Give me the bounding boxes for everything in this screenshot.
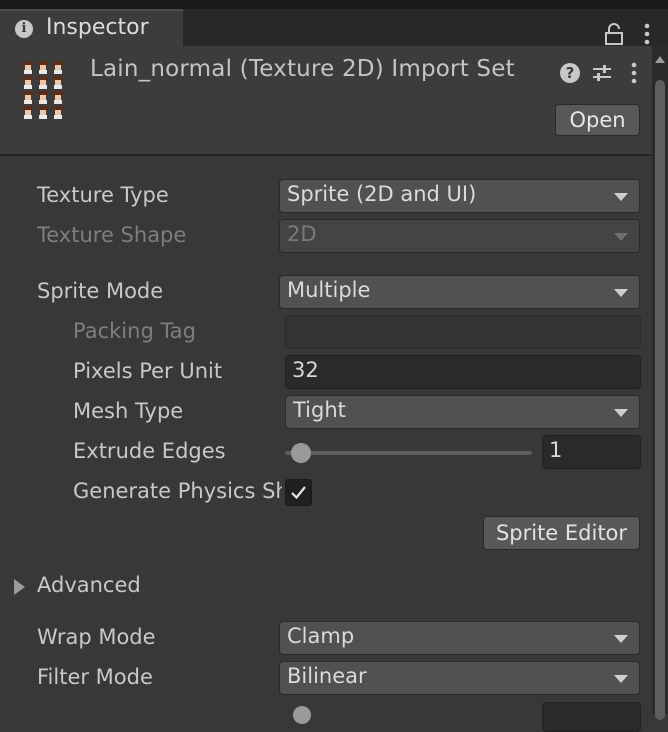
wrap-mode-label: Wrap Mode xyxy=(37,625,156,649)
texture-shape-value: 2D xyxy=(287,222,317,246)
pixels-per-unit-field[interactable]: 32 xyxy=(285,355,641,389)
mesh-type-dropdown[interactable]: Tight xyxy=(285,395,640,429)
extrude-edges-slider-track[interactable] xyxy=(285,451,532,455)
foldout-arrow-icon[interactable] xyxy=(14,579,25,595)
mesh-type-label: Mesh Type xyxy=(73,399,184,423)
advanced-foldout-label[interactable]: Advanced xyxy=(37,573,141,597)
chevron-down-icon xyxy=(614,635,628,643)
next-row-partial-field xyxy=(542,702,641,732)
chevron-down-icon xyxy=(614,193,628,201)
packing-tag-field xyxy=(285,315,641,349)
header-menu-icon[interactable] xyxy=(630,62,638,84)
sprite-mode-dropdown[interactable]: Multiple xyxy=(279,275,640,309)
chevron-down-icon xyxy=(614,233,628,241)
scrollbar-thumb[interactable] xyxy=(655,80,665,720)
scroll-up-arrow-icon[interactable] xyxy=(655,56,665,63)
tab-label: Inspector xyxy=(46,15,149,40)
vertical-scrollbar[interactable] xyxy=(652,46,668,720)
filter-mode-value: Bilinear xyxy=(287,664,367,688)
extrude-edges-label: Extrude Edges xyxy=(73,439,226,463)
texture-shape-dropdown: 2D xyxy=(279,219,640,253)
generate-physics-shape-label: Generate Physics Shape xyxy=(73,479,282,503)
checkmark-icon xyxy=(291,486,306,500)
chevron-down-icon xyxy=(614,409,628,417)
texture-thumbnail xyxy=(23,61,63,119)
wrap-mode-dropdown[interactable]: Clamp xyxy=(279,621,640,655)
texture-type-label: Texture Type xyxy=(37,183,169,207)
chevron-down-icon xyxy=(614,289,628,297)
filter-mode-label: Filter Mode xyxy=(37,665,153,689)
next-row-partial-slider xyxy=(293,706,311,724)
filter-mode-dropdown[interactable]: Bilinear xyxy=(279,661,640,695)
mesh-type-value: Tight xyxy=(293,398,346,422)
generate-physics-shape-checkbox[interactable] xyxy=(285,479,312,506)
extrude-edges-slider-handle[interactable] xyxy=(291,443,311,463)
preset-icon[interactable] xyxy=(591,62,613,84)
tab-menu-icon[interactable] xyxy=(642,23,652,45)
sprite-mode-value: Multiple xyxy=(287,278,371,302)
extrude-edges-field[interactable]: 1 xyxy=(542,435,641,469)
help-icon[interactable] xyxy=(560,63,580,83)
sprite-mode-label: Sprite Mode xyxy=(37,279,164,303)
window-top-strip xyxy=(0,0,668,9)
wrap-mode-value: Clamp xyxy=(287,624,355,648)
info-icon xyxy=(15,20,33,38)
inspector-header: Lain_normal (Texture 2D) Import Set Open xyxy=(0,46,652,156)
packing-tag-label: Packing Tag xyxy=(73,319,196,343)
sprite-editor-button[interactable]: Sprite Editor xyxy=(483,516,640,550)
asset-title: Lain_normal (Texture 2D) Import Set xyxy=(90,56,515,82)
pixels-per-unit-label: Pixels Per Unit xyxy=(73,359,223,383)
tab-inspector[interactable]: Inspector xyxy=(0,9,183,46)
lock-icon[interactable] xyxy=(603,22,625,46)
texture-type-value: Sprite (2D and UI) xyxy=(287,182,477,206)
chevron-down-icon xyxy=(614,675,628,683)
texture-type-dropdown[interactable]: Sprite (2D and UI) xyxy=(279,179,640,213)
open-button[interactable]: Open xyxy=(555,104,640,136)
tab-bar: Inspector xyxy=(0,9,668,46)
texture-shape-label: Texture Shape xyxy=(37,223,187,247)
pixels-per-unit-value: 32 xyxy=(292,358,319,382)
extrude-edges-value: 1 xyxy=(549,438,563,462)
